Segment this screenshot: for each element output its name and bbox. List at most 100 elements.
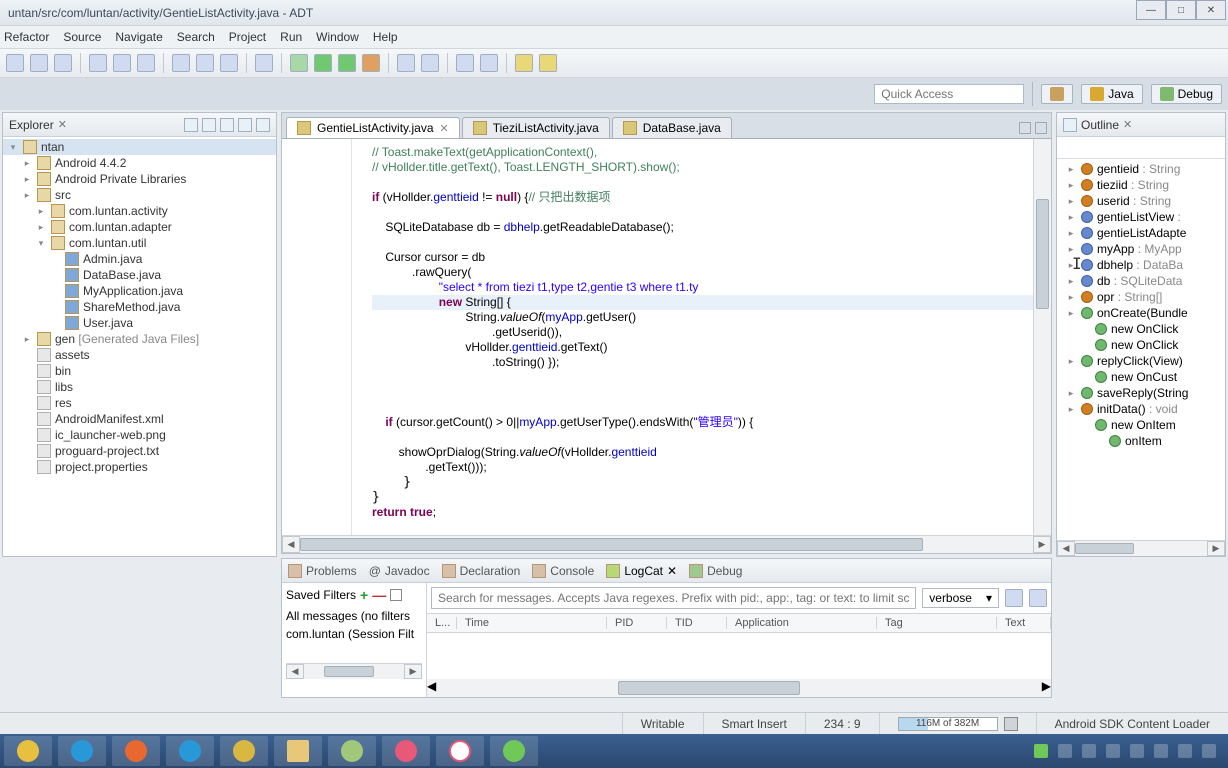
tree-item[interactable]: ▸com.luntan.adapter <box>3 219 276 235</box>
lint-icon[interactable] <box>137 54 155 72</box>
remove-filter-icon[interactable]: — <box>372 587 386 603</box>
new-package-icon[interactable] <box>196 54 214 72</box>
tree-item[interactable]: ic_launcher-web.png <box>3 427 276 443</box>
horizontal-scrollbar[interactable]: ◀ ▶ <box>286 663 422 679</box>
debug-tab[interactable]: Debug <box>689 564 742 578</box>
android-sdk-icon[interactable] <box>89 54 107 72</box>
tree-item[interactable]: ▸Android Private Libraries <box>3 171 276 187</box>
tree-item[interactable]: User.java <box>3 315 276 331</box>
tree-item[interactable]: DataBase.java <box>3 267 276 283</box>
javadoc-tab[interactable]: @Javadoc <box>369 564 430 578</box>
editor-tab[interactable]: DataBase.java <box>612 117 732 138</box>
new-icon[interactable] <box>6 54 24 72</box>
menu-help[interactable]: Help <box>373 30 398 44</box>
outline-item[interactable]: ▸tieziid : String <box>1057 177 1225 193</box>
add-filter-icon[interactable]: + <box>360 587 368 603</box>
tree-item[interactable]: MyApplication.java <box>3 283 276 299</box>
clear-log-icon[interactable] <box>1029 589 1047 607</box>
minimize-icon[interactable] <box>238 118 252 132</box>
quick-access-input[interactable] <box>874 84 1024 104</box>
outline-item[interactable]: ▸gentieListAdapte <box>1057 225 1225 241</box>
outline-item[interactable]: onItem <box>1057 433 1225 449</box>
scrollbar-thumb[interactable] <box>300 538 923 551</box>
save-icon[interactable] <box>30 54 48 72</box>
menu-source[interactable]: Source <box>63 30 101 44</box>
console-tab[interactable]: Console <box>532 564 594 578</box>
col-level[interactable]: L... <box>427 617 457 629</box>
package-explorer-tab[interactable]: Explorer ✕ <box>3 113 276 137</box>
col-pid[interactable]: PID <box>607 617 667 629</box>
new-element-icon[interactable] <box>397 54 415 72</box>
outline-item[interactable]: ▸saveReply(String <box>1057 385 1225 401</box>
taskbar-app[interactable] <box>58 736 106 766</box>
taskbar-app[interactable] <box>328 736 376 766</box>
outline-item[interactable]: ▸db : SQLiteData <box>1057 273 1225 289</box>
taskbar-app[interactable] <box>274 736 322 766</box>
close-button[interactable]: ✕ <box>1196 0 1226 20</box>
filter-item[interactable]: All messages (no filters <box>286 607 422 625</box>
outline-item[interactable]: new OnItem <box>1057 417 1225 433</box>
heap-bar[interactable]: 116M of 382M <box>898 717 998 731</box>
menu-run[interactable]: Run <box>280 30 302 44</box>
taskbar-app[interactable] <box>166 736 214 766</box>
tree-item[interactable]: AndroidManifest.xml <box>3 411 276 427</box>
outline-item[interactable]: ▸myApp : MyApp <box>1057 241 1225 257</box>
horizontal-scrollbar[interactable]: ◀ ▶ <box>282 535 1051 553</box>
tree-item[interactable]: ▸gen [Generated Java Files] <box>3 331 276 347</box>
minimize-icon[interactable] <box>1019 122 1031 134</box>
scrollbar-thumb[interactable] <box>618 681 800 695</box>
menu-navigate[interactable]: Navigate <box>115 30 162 44</box>
close-icon[interactable]: ✕ <box>440 122 449 135</box>
java-perspective-button[interactable]: Java <box>1081 84 1142 104</box>
outline-item[interactable]: new OnClick <box>1057 321 1225 337</box>
outline-item[interactable]: ▸replyClick(View) <box>1057 353 1225 369</box>
col-tid[interactable]: TID <box>667 617 727 629</box>
maximize-button[interactable]: □ <box>1166 0 1196 20</box>
outline-item[interactable]: ▸dbhelp : DataBa <box>1057 257 1225 273</box>
scrollbar-thumb[interactable] <box>1075 543 1134 554</box>
scrollbar-thumb[interactable] <box>324 666 374 677</box>
tree-item[interactable]: ▸Android 4.4.2 <box>3 155 276 171</box>
run-icon[interactable] <box>314 54 332 72</box>
toggle-mark-icon[interactable] <box>456 54 474 72</box>
scroll-left-icon[interactable]: ◀ <box>286 664 304 679</box>
outline-tab[interactable]: Outline ✕ <box>1057 113 1225 137</box>
taskbar-app[interactable] <box>4 736 52 766</box>
debug-icon[interactable] <box>290 54 308 72</box>
code-area[interactable]: // Toast.makeText(getApplicationContext(… <box>352 139 1033 535</box>
tree-item[interactable]: ▸com.luntan.activity <box>3 203 276 219</box>
close-icon[interactable]: ✕ <box>1123 118 1132 131</box>
outline-item[interactable]: ▸opr : String[] <box>1057 289 1225 305</box>
annotation-icon[interactable] <box>480 54 498 72</box>
filter-item[interactable]: com.luntan (Session Filt <box>286 625 422 643</box>
taskbar-app[interactable] <box>382 736 430 766</box>
scroll-right-icon[interactable]: ▶ <box>404 664 422 679</box>
link-editor-icon[interactable] <box>202 118 216 132</box>
battery-icon[interactable] <box>1154 744 1168 758</box>
package-tree[interactable]: ▾ntan ▸Android 4.4.2▸Android Private Lib… <box>3 137 276 556</box>
scroll-left-icon[interactable]: ◀ <box>1057 541 1075 556</box>
scrollbar-thumb[interactable] <box>1036 199 1049 309</box>
tree-item[interactable]: libs <box>3 379 276 395</box>
col-time[interactable]: Time <box>457 617 607 629</box>
action-center-icon[interactable] <box>1202 744 1216 758</box>
tray-icon[interactable] <box>1106 744 1120 758</box>
tree-item[interactable]: res <box>3 395 276 411</box>
wifi-icon[interactable] <box>1034 744 1048 758</box>
save-log-icon[interactable] <box>1005 589 1023 607</box>
view-menu-icon[interactable] <box>220 118 234 132</box>
outline-item[interactable]: new OnClick <box>1057 337 1225 353</box>
tree-item-root[interactable]: ▾ntan <box>3 139 276 155</box>
volume-icon[interactable] <box>1178 744 1192 758</box>
close-icon[interactable]: ✕ <box>667 564 677 578</box>
maximize-icon[interactable] <box>1035 122 1047 134</box>
save-all-icon[interactable] <box>54 54 72 72</box>
tree-item[interactable]: assets <box>3 347 276 363</box>
log-level-select[interactable]: verbose▾ <box>922 588 999 608</box>
outline-tree[interactable]: ▸gentieid : String▸tieziid : String▸user… <box>1057 159 1225 540</box>
horizontal-scrollbar[interactable]: ◀ ▶ <box>1057 540 1225 556</box>
scroll-right-icon[interactable]: ▶ <box>1033 536 1051 553</box>
logcat-search-input[interactable] <box>431 587 916 609</box>
editor-tab[interactable]: TieziListActivity.java <box>462 117 610 138</box>
menu-project[interactable]: Project <box>229 30 266 44</box>
